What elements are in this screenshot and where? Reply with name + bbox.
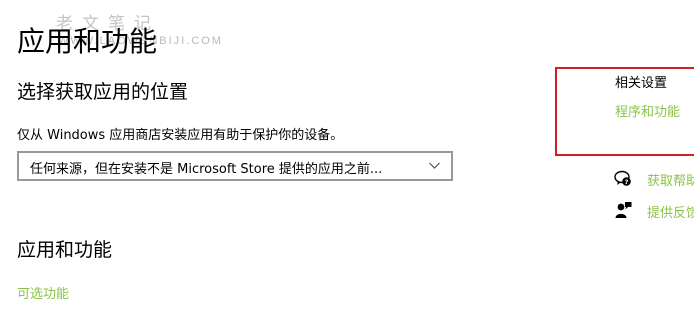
choose-source-description: 仅从 Windows 应用商店安装应用有助于保护你的设备。 bbox=[17, 128, 344, 143]
chevron-down-icon bbox=[429, 162, 440, 169]
apps-features-heading: 应用和功能 bbox=[17, 239, 113, 261]
choose-source-heading: 选择获取应用的位置 bbox=[17, 81, 189, 103]
app-source-dropdown-value: 任何来源，但在安装不是 Microsoft Store 提供的应用之前... bbox=[30, 162, 383, 177]
get-help-link[interactable]: 获取帮助 bbox=[647, 170, 694, 189]
give-feedback-link[interactable]: 提供反馈 bbox=[647, 202, 694, 221]
related-settings-heading: 相关设置 bbox=[615, 76, 668, 91]
page-title: 应用和功能 bbox=[17, 25, 158, 58]
programs-features-link[interactable]: 程序和功能 bbox=[615, 101, 680, 120]
feedback-person-icon bbox=[615, 202, 632, 218]
svg-text:?: ? bbox=[625, 178, 629, 186]
chat-help-icon: ? bbox=[614, 170, 631, 186]
app-source-dropdown[interactable]: 任何来源，但在安装不是 Microsoft Store 提供的应用之前... bbox=[17, 151, 453, 181]
optional-features-link[interactable]: 可选功能 bbox=[17, 283, 69, 302]
